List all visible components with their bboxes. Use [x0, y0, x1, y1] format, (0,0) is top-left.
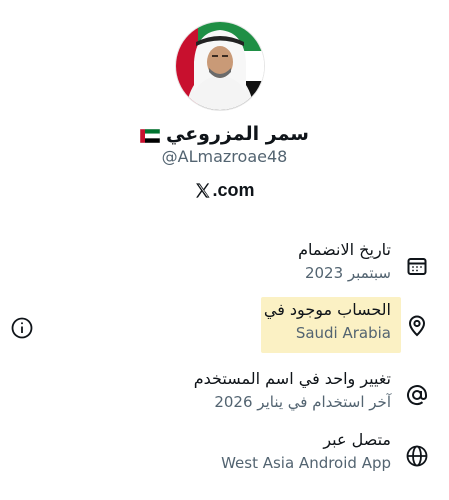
avatar-image — [176, 22, 264, 110]
x-logo-icon — [194, 181, 211, 205]
account-domain[interactable]: .com — [0, 178, 449, 205]
connected-via-value: West Asia Android App — [221, 454, 391, 472]
info-icon[interactable] — [10, 316, 34, 340]
username-changes-title: تغيير واحد في اسم المستخدم — [193, 369, 391, 388]
profile-handle: @ALmazroae48 — [161, 147, 288, 166]
location-value: Saudi Arabia — [295, 324, 391, 342]
avatar[interactable] — [176, 22, 264, 110]
about-row-location: الحساب موجود في Saudi Arabia — [0, 298, 449, 354]
domain-text: .com — [212, 180, 255, 200]
joined-date: سبتمبر 2023 — [304, 264, 391, 282]
location-pin-icon — [405, 314, 429, 338]
globe-icon — [405, 444, 429, 468]
username-last-changed: آخر استخدام في يناير 2026 — [214, 393, 391, 411]
calendar-icon — [405, 254, 429, 278]
uae-flag-icon — [139, 125, 161, 149]
at-sign-icon — [405, 383, 429, 407]
about-row-joined: تاريخ الانضمام سبتمبر 2023 — [0, 238, 449, 294]
about-row-username-changes: تغيير واحد في اسم المستخدم آخر استخدام ف… — [0, 367, 449, 423]
profile-name: سمر المزروعي — [165, 123, 309, 145]
profile-header: سمر المزروعي @ALmazroae48 .com — [0, 0, 449, 210]
connected-via-title: متصل عبر — [323, 430, 391, 449]
location-title: الحساب موجود في — [263, 300, 391, 319]
joined-title: تاريخ الانضمام — [298, 240, 391, 259]
profile-name-row: سمر المزروعي — [0, 122, 449, 149]
about-row-connected-via: متصل عبر West Asia Android App — [0, 428, 449, 484]
